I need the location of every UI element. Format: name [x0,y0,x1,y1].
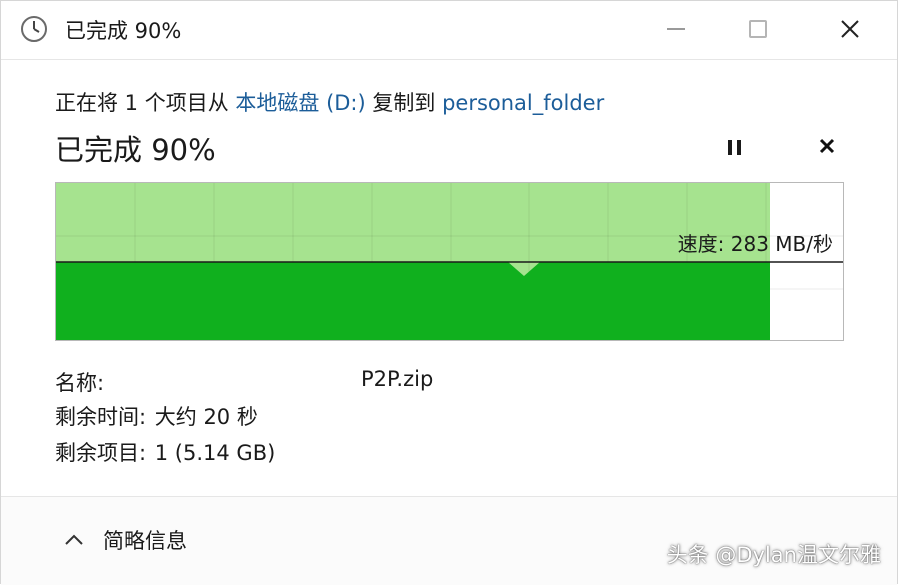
watermark: 头条 @Dylan温文尔雅 [666,543,881,567]
name-row: 名称: [55,367,104,397]
items-remaining-row: 剩余项目: 1 (5.14 GB) [55,437,275,467]
minimize-icon [667,28,685,30]
maximize-icon [749,20,767,38]
progress-title: 已完成 90% [55,133,216,167]
cancel-icon [819,138,835,154]
title-bar[interactable]: 已完成 90% [1,1,897,57]
items-value: 1 (5.14 GB) [154,441,276,465]
clock-icon [21,16,47,42]
copy-prefix: 正在将 1 个项目从 [55,91,236,115]
pause-icon-bar-right [736,139,741,155]
graph-speed-area [56,262,770,340]
time-remaining-row: 剩余时间: 大约 20 秒 [55,401,258,431]
time-value: 大约 20 秒 [154,405,258,429]
cancel-button[interactable] [813,132,841,160]
chevron-up-icon [65,534,83,545]
time-label: 剩余时间: [55,405,147,429]
close-icon [841,20,859,38]
window-title: 已完成 90% [65,19,182,43]
speed-graph-canvas [56,183,843,340]
source-link[interactable]: 本地磁盘 (D:) [235,91,365,115]
title-divider [1,59,897,60]
maximize-button[interactable] [723,1,793,57]
copy-description: 正在将 1 个项目从 本地磁盘 (D:) 复制到 personal_folder [55,87,604,117]
pause-button[interactable] [723,137,745,157]
fewer-details-toggle[interactable]: 简略信息 [63,525,187,555]
items-label: 剩余项目: [55,441,147,465]
fewer-details-label: 简略信息 [103,529,187,553]
copy-progress-window: 已完成 90% 正在将 1 个项目从 本地磁盘 (D:) 复制到 persona… [0,0,898,585]
speed-label: 速度: 283 MB/秒 [677,232,833,256]
copy-middle: 复制到 [365,91,443,115]
destination-link[interactable]: personal_folder [442,91,604,115]
name-label: 名称: [55,371,105,395]
pause-icon-bar-left [727,139,732,155]
close-button[interactable] [815,1,885,57]
transfer-speed-graph: 速度: 283 MB/秒 [55,182,844,341]
name-value: P2P.zip [361,367,434,391]
minimize-button[interactable] [641,1,711,57]
